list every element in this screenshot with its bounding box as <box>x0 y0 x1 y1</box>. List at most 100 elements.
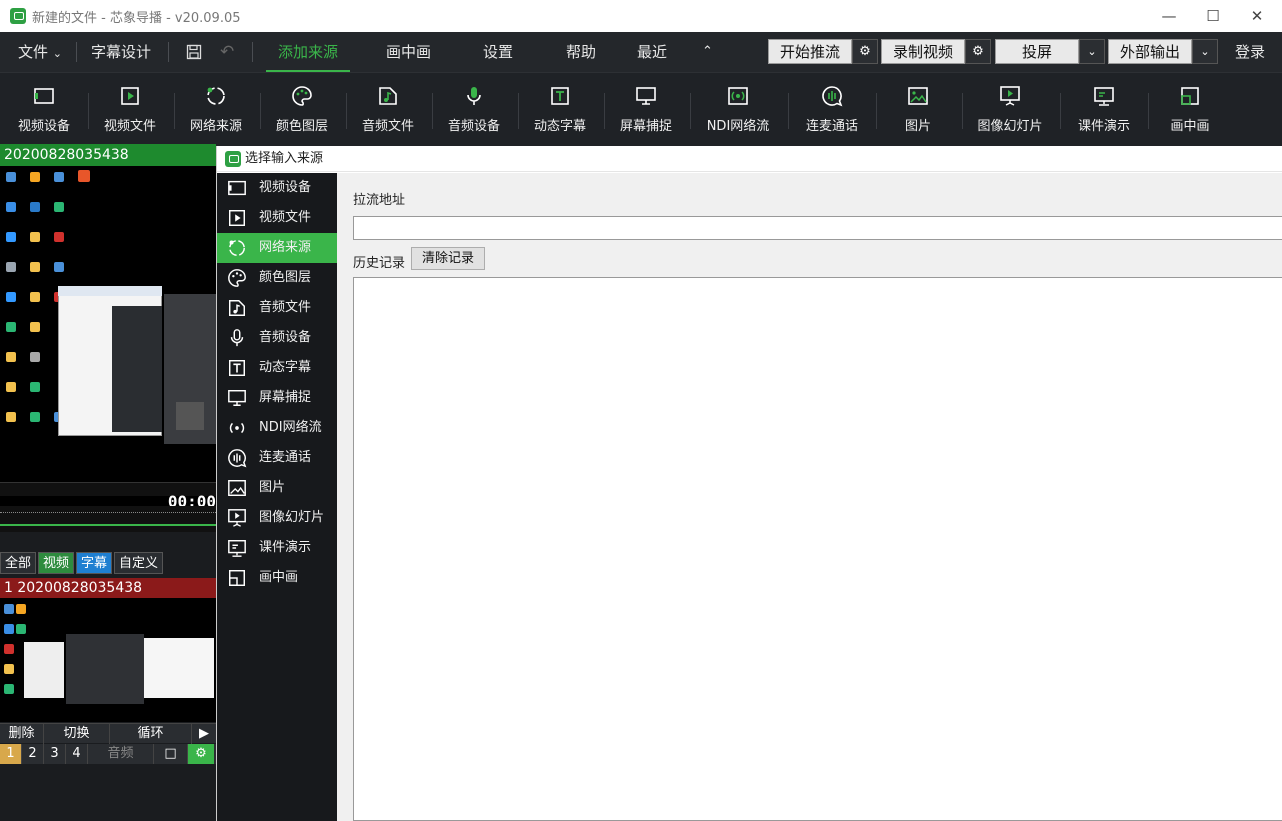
switch-button[interactable]: 切换 <box>44 724 110 744</box>
pull-url-input[interactable] <box>353 216 1282 240</box>
cast-dropdown-chevron-icon[interactable]: ⌄ <box>1079 39 1105 64</box>
save-icon[interactable] <box>186 44 202 60</box>
tool-label: 屏幕捕捉 <box>619 119 672 134</box>
channel-controls: 1 2 3 4 音频 □ ⚙ <box>0 744 216 764</box>
external-output-button[interactable]: 外部输出 <box>1108 39 1192 64</box>
tool-network-source[interactable]: 网络来源 <box>173 79 259 139</box>
menu-separator <box>168 42 169 62</box>
loop-button[interactable]: 循环 <box>110 724 192 744</box>
channel-3-button[interactable]: 3 <box>44 744 66 764</box>
side-item-courseware[interactable]: 课件演示 <box>217 533 337 563</box>
slideshow-icon <box>227 508 247 528</box>
menu-file[interactable]: 文件 ⌄ <box>18 32 62 72</box>
tool-ndi-stream[interactable]: NDI网络流 <box>695 79 781 139</box>
side-item-video-device[interactable]: 视频设备 <box>217 173 337 203</box>
side-item-dynamic-subtitle[interactable]: 动态字幕 <box>217 353 337 383</box>
tool-label: 画中画 <box>1170 119 1210 134</box>
push-settings-gear-icon[interactable]: ⚙ <box>852 39 878 64</box>
side-item-label: 颜色图层 <box>259 270 312 285</box>
audio-button[interactable]: 音频 <box>88 744 154 764</box>
pull-url-label: 拉流地址 <box>353 193 406 208</box>
tab-add-source[interactable]: 添加来源 <box>266 32 351 72</box>
tool-voice-chat[interactable]: 连麦通话 <box>789 79 875 139</box>
menu-separator <box>252 42 253 62</box>
side-item-color-layer[interactable]: 颜色图层 <box>217 263 337 293</box>
tool-label: 音频文件 <box>361 119 414 134</box>
select-input-source-dialog: 选择输入来源 视频设备 视频文件 网络来源 颜色图层 音频文件 音频设备 动态字… <box>216 146 1282 821</box>
source-list-item-title[interactable]: 1 20200828035438 <box>0 578 216 598</box>
channel-2-button[interactable]: 2 <box>22 744 44 764</box>
timeline-scrubber[interactable] <box>0 506 216 532</box>
side-item-image-slideshow[interactable]: 图像幻灯片 <box>217 503 337 533</box>
tab-help[interactable]: 帮助 <box>566 32 596 72</box>
history-list[interactable] <box>353 277 1282 821</box>
side-item-label: 音频设备 <box>259 330 312 345</box>
tool-screen-capture[interactable]: 屏幕捕捉 <box>603 79 689 139</box>
side-item-voice-chat[interactable]: 连麦通话 <box>217 443 337 473</box>
video-file-icon <box>119 85 141 107</box>
dialog-body: 拉流地址 历史记录 清除记录 <box>337 173 1282 821</box>
channel-4-button[interactable]: 4 <box>66 744 88 764</box>
courseware-icon <box>1093 85 1115 107</box>
dialog-logo-icon <box>225 151 241 167</box>
tool-image-slideshow[interactable]: 图像幻灯片 <box>967 79 1053 139</box>
tool-audio-file[interactable]: 音频文件 <box>345 79 431 139</box>
preview-screen[interactable]: 00:00 <box>0 166 216 532</box>
play-icon[interactable]: ▶ <box>192 724 216 744</box>
filter-all[interactable]: 全部 <box>0 552 37 574</box>
output-dropdown-chevron-icon[interactable]: ⌄ <box>1192 39 1218 64</box>
tab-settings[interactable]: 设置 <box>483 32 513 72</box>
tab-pip[interactable]: 画中画 <box>386 32 431 72</box>
side-item-screen-capture[interactable]: 屏幕捕捉 <box>217 383 337 413</box>
filter-subtitle[interactable]: 字幕 <box>76 552 113 574</box>
maximize-icon[interactable]: ☐ <box>1190 0 1236 32</box>
side-item-label: 视频设备 <box>259 180 312 195</box>
record-settings-gear-icon[interactable]: ⚙ <box>965 39 991 64</box>
login-button[interactable]: 登录 <box>1235 32 1265 72</box>
side-item-video-file[interactable]: 视频文件 <box>217 203 337 233</box>
side-item-image[interactable]: 图片 <box>217 473 337 503</box>
desktop-thumbnail <box>0 166 216 486</box>
cast-button[interactable]: 投屏 <box>995 39 1079 64</box>
start-push-button[interactable]: 开始推流 <box>768 39 852 64</box>
minimize-icon[interactable]: — <box>1146 0 1192 32</box>
tab-recent[interactable]: 最近 <box>637 32 667 72</box>
monitor-icon <box>635 85 657 107</box>
filter-video[interactable]: 视频 <box>38 552 75 574</box>
tool-color-layer[interactable]: 颜色图层 <box>259 79 345 139</box>
ndi-icon <box>727 85 749 107</box>
source-list-thumbnail[interactable] <box>0 598 216 722</box>
tool-video-file[interactable]: 视频文件 <box>87 79 173 139</box>
delete-button[interactable]: 删除 <box>0 724 44 744</box>
side-item-audio-device[interactable]: 音频设备 <box>217 323 337 353</box>
collapse-caret-icon[interactable]: ⌃ <box>702 32 713 72</box>
record-video-button[interactable]: 录制视频 <box>881 39 965 64</box>
menu-subtitle-design[interactable]: 字幕设计 <box>91 32 151 72</box>
side-item-network-source[interactable]: 网络来源 <box>217 233 337 263</box>
tool-image[interactable]: 图片 <box>875 79 961 139</box>
window-title: 新建的文件 - 芯象导播 - v20.09.05 <box>32 10 241 26</box>
side-item-label: 动态字幕 <box>259 360 312 375</box>
tool-dynamic-subtitle[interactable]: 动态字幕 <box>517 79 603 139</box>
display-icon[interactable]: □ <box>154 744 188 764</box>
tool-pip[interactable]: 画中画 <box>1147 79 1233 139</box>
gear-icon[interactable]: ⚙ <box>188 744 214 764</box>
channel-1-button[interactable]: 1 <box>0 744 22 764</box>
pip-icon <box>227 568 247 588</box>
source-toolbar: 视频设备 视频文件 网络来源 颜色图层 音频文件 音频设备 动态字幕 屏幕捕捉 … <box>0 72 1282 144</box>
side-item-ndi-stream[interactable]: NDI网络流 <box>217 413 337 443</box>
side-item-audio-file[interactable]: 音频文件 <box>217 293 337 323</box>
menu-file-label: 文件 <box>18 43 49 61</box>
clear-history-button[interactable]: 清除记录 <box>411 247 485 270</box>
tool-audio-device[interactable]: 音频设备 <box>431 79 517 139</box>
side-item-label: 屏幕捕捉 <box>259 390 312 405</box>
side-item-pip[interactable]: 画中画 <box>217 563 337 593</box>
tool-courseware[interactable]: 课件演示 <box>1061 79 1147 139</box>
undo-icon[interactable]: ↶ <box>220 32 234 72</box>
side-item-label: 连麦通话 <box>259 450 312 465</box>
tool-label: 颜色图层 <box>275 119 328 134</box>
courseware-icon <box>227 538 247 558</box>
tool-video-device[interactable]: 视频设备 <box>1 79 87 139</box>
filter-custom[interactable]: 自定义 <box>114 552 164 574</box>
close-icon[interactable]: ✕ <box>1234 0 1280 32</box>
